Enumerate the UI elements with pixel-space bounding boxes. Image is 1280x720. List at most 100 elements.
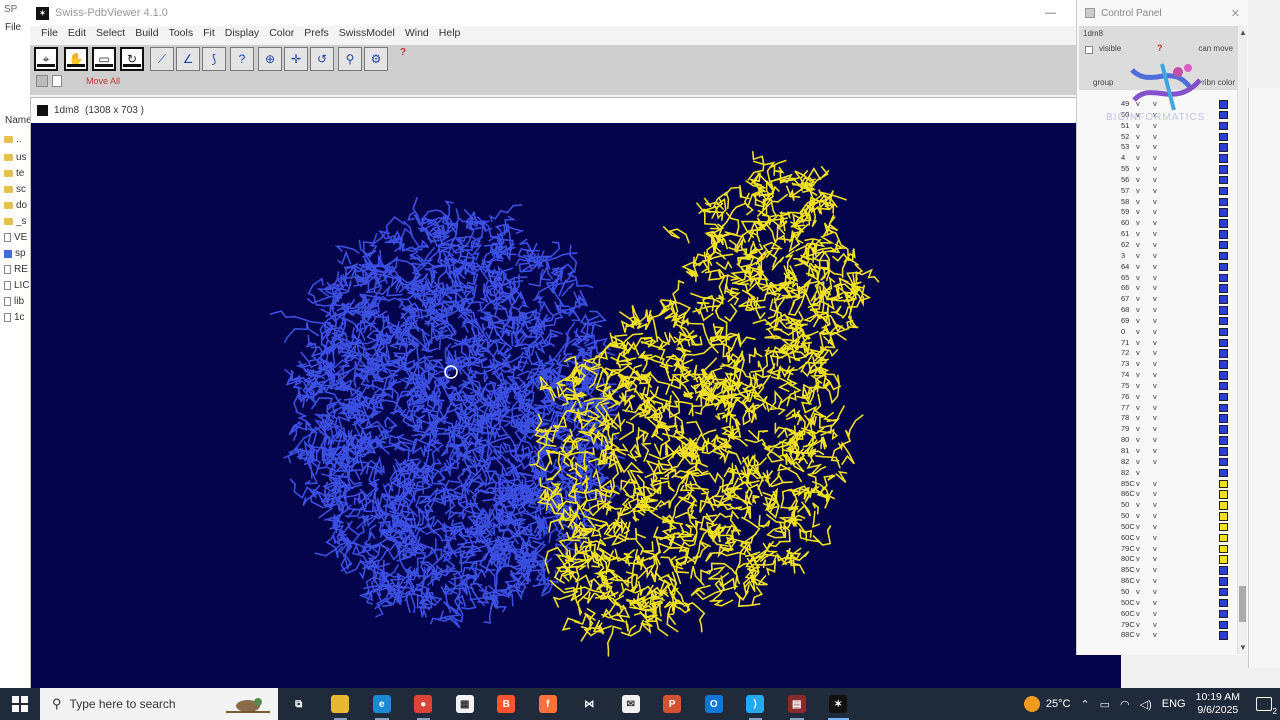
menu-prefs[interactable]: Prefs	[299, 26, 334, 43]
residue-row[interactable]: 85C v v	[1121, 479, 1237, 490]
residue-row[interactable]: 67 v v	[1121, 294, 1237, 305]
taskbar-vscode[interactable]: ⟩	[735, 688, 777, 720]
show-flag[interactable]: v	[1136, 413, 1140, 424]
color-swatch[interactable]	[1219, 544, 1228, 554]
residue-row[interactable]: 50 v v	[1121, 500, 1237, 511]
side-chain-flag[interactable]: v	[1153, 197, 1157, 208]
taskbar-file-explorer[interactable]	[320, 688, 362, 720]
menu-fit[interactable]: Fit	[198, 26, 220, 43]
menu-swissmodel[interactable]: SwissModel	[334, 26, 400, 43]
side-chain-flag[interactable]: v	[1153, 251, 1157, 262]
side-chain-flag[interactable]: v	[1153, 273, 1157, 284]
residue-row[interactable]: 74 v v	[1121, 370, 1237, 381]
residue-row[interactable]: 52 v v	[1121, 132, 1237, 143]
color-swatch[interactable]	[1219, 165, 1228, 174]
side-chain-flag[interactable]: v	[1153, 435, 1157, 446]
side-chain-flag[interactable]: v	[1153, 229, 1157, 240]
residue-row[interactable]: 71 v v	[1121, 338, 1237, 349]
taskbar-outlook[interactable]: O	[693, 688, 735, 720]
color-swatch[interactable]	[1219, 403, 1228, 413]
center-tool-icon[interactable]: ⊕	[258, 47, 282, 71]
side-chain-flag[interactable]: v	[1153, 348, 1157, 359]
side-chain-flag[interactable]: v	[1153, 338, 1157, 349]
residue-row[interactable]: 60C v v	[1121, 609, 1237, 620]
select-tool-icon[interactable]: ⌖	[34, 47, 58, 71]
side-chain-flag[interactable]: v	[1153, 609, 1157, 620]
residue-row[interactable]: 50C v v	[1121, 522, 1237, 533]
residue-row[interactable]: 76 v v	[1121, 392, 1237, 403]
background-file-menu[interactable]: File	[5, 22, 21, 33]
show-flag[interactable]: v	[1136, 468, 1140, 479]
side-chain-flag[interactable]: v	[1153, 110, 1157, 121]
residue-row[interactable]: 61 v v	[1121, 229, 1237, 240]
show-flag[interactable]: v	[1136, 197, 1140, 208]
residue-row[interactable]: 49 v v	[1121, 99, 1237, 110]
side-chain-flag[interactable]: v	[1153, 587, 1157, 598]
side-chain-flag[interactable]: v	[1153, 240, 1157, 251]
dihedral-tool-icon[interactable]: ⟆	[202, 47, 226, 71]
color-swatch[interactable]	[1219, 154, 1228, 163]
side-chain-flag[interactable]: v	[1153, 142, 1157, 153]
side-chain-flag[interactable]: v	[1153, 511, 1157, 522]
color-swatch[interactable]	[1219, 197, 1228, 207]
side-chain-flag[interactable]: v	[1153, 121, 1157, 132]
color-swatch[interactable]	[1219, 490, 1228, 499]
torsion-tool-icon[interactable]: ⚲	[338, 47, 362, 71]
show-flag[interactable]: v	[1136, 175, 1140, 186]
residue-row[interactable]: 72 v v	[1121, 348, 1237, 359]
show-flag[interactable]: v	[1136, 305, 1140, 316]
show-flag[interactable]: v	[1136, 533, 1140, 544]
residue-row[interactable]: 85C v v	[1121, 565, 1237, 576]
side-chain-flag[interactable]: v	[1153, 522, 1157, 533]
residue-row[interactable]: 82 v v	[1121, 457, 1237, 468]
color-swatch[interactable]	[1219, 175, 1228, 185]
show-flag[interactable]: v	[1136, 262, 1140, 273]
color-swatch[interactable]	[1219, 381, 1228, 391]
show-flag[interactable]: v	[1136, 500, 1140, 511]
color-swatch[interactable]	[1219, 316, 1228, 326]
color-swatch[interactable]	[1219, 512, 1228, 521]
residue-row[interactable]: 50 v v	[1121, 110, 1237, 121]
taskbar-mail[interactable]: ✉	[610, 688, 652, 720]
background-list-item[interactable]: ..	[4, 134, 22, 145]
residue-row[interactable]: 60C v v	[1121, 533, 1237, 544]
side-chain-flag[interactable]: v	[1153, 153, 1157, 164]
toolbar-help-icon[interactable]: ?	[400, 47, 406, 58]
color-swatch[interactable]	[1219, 219, 1228, 228]
color-swatch[interactable]	[1219, 121, 1228, 131]
background-list-item[interactable]: 1c	[4, 312, 25, 323]
show-flag[interactable]: v	[1136, 630, 1140, 641]
color-swatch[interactable]	[1219, 262, 1228, 272]
color-swatch[interactable]	[1219, 631, 1228, 640]
side-chain-flag[interactable]: v	[1153, 305, 1157, 316]
start-button[interactable]	[0, 688, 40, 720]
chevron-up-icon[interactable]: ⌃	[1080, 698, 1089, 711]
show-flag[interactable]: v	[1136, 153, 1140, 164]
molecule-canvas[interactable]	[31, 123, 1121, 689]
residue-row[interactable]: 50 v v	[1121, 587, 1237, 598]
show-flag[interactable]: v	[1136, 370, 1140, 381]
residue-row[interactable]: 53 v v	[1121, 142, 1237, 153]
side-chain-flag[interactable]: v	[1153, 132, 1157, 143]
layer-icon[interactable]	[36, 75, 48, 87]
residue-row[interactable]: 64 v v	[1121, 262, 1237, 273]
control-panel-scrollbar[interactable]: ▲ ▼	[1237, 26, 1247, 654]
rotate-tool-icon[interactable]: ↻	[120, 47, 144, 71]
taskbar-firefox[interactable]: f	[527, 688, 569, 720]
show-flag[interactable]: v	[1136, 327, 1140, 338]
distance-tool-icon[interactable]: ⟋	[150, 47, 174, 71]
background-list-item[interactable]: te	[4, 168, 24, 179]
side-chain-flag[interactable]: v	[1153, 554, 1157, 565]
fit-tool-icon[interactable]: ✛	[284, 47, 308, 71]
background-list-item[interactable]: do	[4, 200, 27, 211]
side-chain-flag[interactable]: v	[1153, 598, 1157, 609]
menu-display[interactable]: Display	[220, 26, 264, 43]
residue-row[interactable]: 81 v v	[1121, 446, 1237, 457]
background-list-item[interactable]: _s	[4, 216, 27, 227]
show-flag[interactable]: v	[1136, 132, 1140, 143]
volume-icon[interactable]: ◁)	[1140, 698, 1152, 711]
side-chain-flag[interactable]: v	[1153, 316, 1157, 327]
side-chain-flag[interactable]: v	[1153, 186, 1157, 197]
side-chain-flag[interactable]: v	[1153, 99, 1157, 110]
residue-row[interactable]: 57 v v	[1121, 186, 1237, 197]
